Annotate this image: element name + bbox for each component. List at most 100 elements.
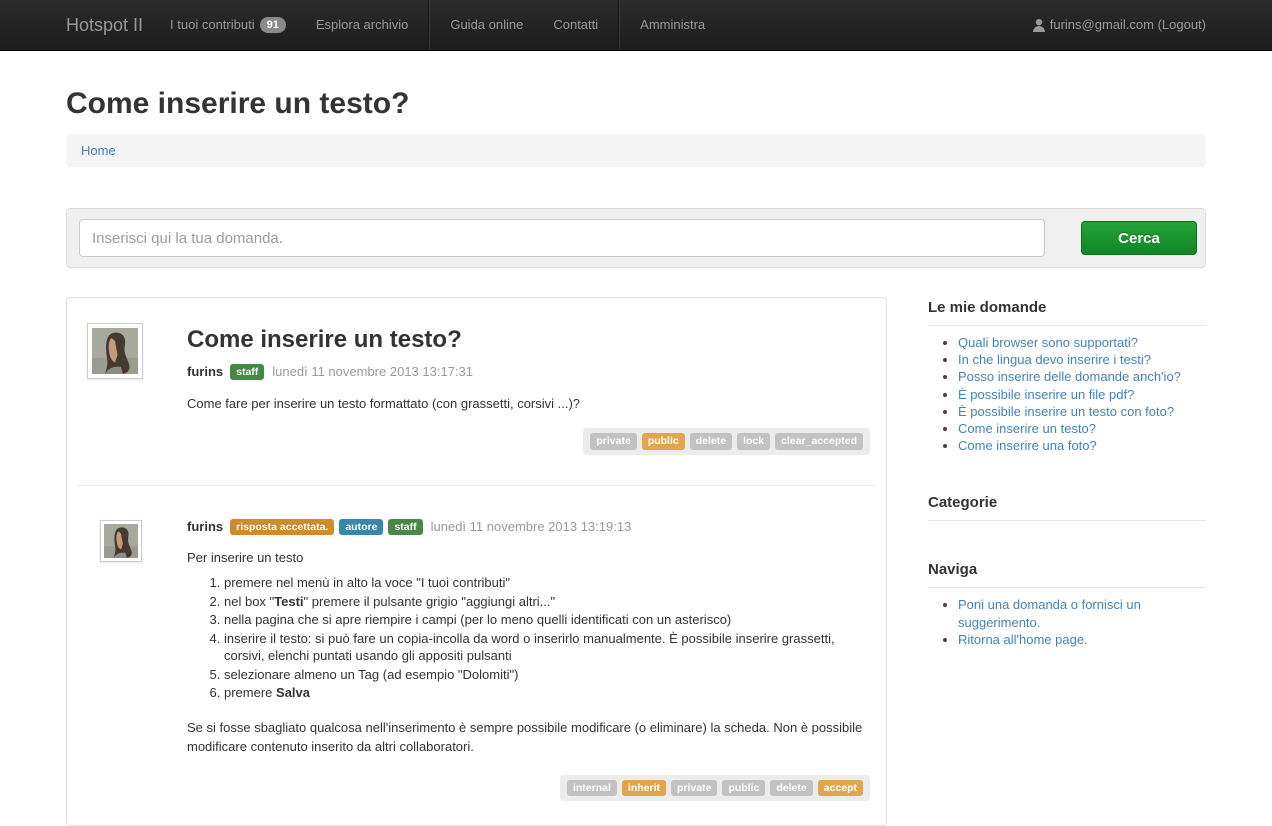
- answer-step: inserire il testo: si può fare un copia-…: [224, 630, 870, 665]
- navbar-divider: [428, 0, 431, 50]
- tag-lock[interactable]: lock: [737, 433, 771, 450]
- answer-author: furins: [187, 518, 224, 534]
- answer-date: lunedì 11 novembre 2013 13:19:13: [430, 518, 632, 534]
- answer-step: nel box "Testi" premere il pulsante grig…: [224, 593, 870, 611]
- navbar-item-i-tuoi-contributi[interactable]: I tuoi contributi 91: [155, 0, 301, 50]
- badge-staff: staff: [230, 363, 265, 381]
- navigate-title: Naviga: [928, 561, 978, 579]
- question-badges: staff: [230, 363, 269, 381]
- tag-public[interactable]: public: [641, 433, 685, 450]
- answer-step: premere Salva: [224, 684, 870, 702]
- sidebar-list-item: Poni una domanda o fornisci un suggerime…: [958, 596, 1206, 630]
- badge-risposta-accettata: risposta accettata.: [230, 518, 335, 536]
- answer-avatar: [100, 519, 142, 562]
- tag-clear-accepted[interactable]: clear_accepted: [775, 433, 863, 450]
- tag-public[interactable]: public: [722, 779, 766, 797]
- question-avatar-column: [67, 298, 187, 455]
- section-rule: [928, 587, 1206, 589]
- sidebar-section-categories: Categorie: [928, 494, 1206, 522]
- search-input[interactable]: [79, 219, 1045, 257]
- avatar-photo: [92, 328, 138, 374]
- tag-private[interactable]: private: [671, 779, 718, 797]
- answer-outro: Se si fosse sbagliato qualcosa nell'inse…: [187, 719, 863, 754]
- sidebar-list-item: Quali browser sono supportati?: [958, 334, 1206, 351]
- navbar-item-esplora-archivio[interactable]: Esplora archivio: [301, 0, 424, 50]
- sidebar-list-item: È possibile inserire un file pdf?: [958, 386, 1206, 403]
- question-post: Come inserire un testo? furins staff lun…: [67, 298, 886, 455]
- sidebar-link-posso-inserire-delle-domande-anch-io[interactable]: Posso inserire delle domande anch'io?: [958, 369, 1181, 384]
- sidebar-list-item: Come inserire una foto?: [958, 437, 1206, 454]
- sidebar-list-item: Ritorna all'home page.: [958, 631, 1206, 648]
- section-rule: [928, 520, 1206, 522]
- answer-step: premere nel menù in alto la voce "I tuoi…: [224, 574, 870, 592]
- sidebar-list-item: Come inserire un testo?: [958, 420, 1206, 437]
- navbar-inner: Hotspot II I tuoi contributi 91 Esplora ar…: [66, 0, 1206, 50]
- tag-delete[interactable]: delete: [689, 433, 733, 450]
- question-avatar: [87, 323, 143, 379]
- tag-delete[interactable]: delete: [770, 779, 813, 797]
- answer-intro: Per inserire un testo: [187, 550, 304, 566]
- sidebar-link-quali-browser-sono-supportati[interactable]: Quali browser sono supportati?: [958, 335, 1138, 350]
- sidebar-list-item: È possibile inserire un testo con foto?: [958, 403, 1206, 420]
- question-meta: furins staff lunedì 11 novembre 2013 13:…: [187, 363, 870, 381]
- navbar-divider: [618, 0, 621, 50]
- answer-steps: premere nel menù in alto la voce "I tuoi…: [187, 574, 870, 702]
- user-email-label: furins@gmail.com (Logout): [1049, 17, 1206, 32]
- navbar: Hotspot II I tuoi contributi 91 Esplora ar…: [0, 0, 1272, 51]
- navbar-item-guida-online[interactable]: Guida online: [435, 0, 538, 50]
- navbar-item-contatti[interactable]: Contatti: [538, 0, 613, 50]
- search-button[interactable]: Cerca: [1081, 221, 1197, 255]
- tag-private[interactable]: private: [590, 433, 637, 450]
- answer-avatar-column: [67, 490, 187, 802]
- avatar-photo: [104, 523, 138, 558]
- answer-post: furins risposta accettata. autore staff lu…: [67, 490, 886, 802]
- user-icon: [1032, 18, 1045, 32]
- breadcrumb-home-link[interactable]: Home: [81, 143, 116, 158]
- sidebar-list-item: Posso inserire delle domande anch'io?: [958, 368, 1206, 385]
- sidebar-list-item: In che lingua devo inserire i testi?: [958, 351, 1206, 368]
- section-rule: [928, 325, 1206, 326]
- question-tag-strip: private public delete lock clear_accepted: [583, 428, 870, 455]
- question-content: Come inserire un testo? furins staff lun…: [187, 298, 886, 455]
- page-container: Come inserire un testo? Home Cerca: [66, 87, 1206, 826]
- content-row: Come inserire un testo? furins staff lun…: [66, 297, 1206, 826]
- navbar-item-amministra[interactable]: Amministra: [625, 0, 720, 50]
- answer-step: selezionare almeno un Tag (ad esempio "D…: [224, 666, 870, 684]
- brand-link[interactable]: Hotspot II: [66, 0, 143, 50]
- tag-inherit[interactable]: inherit: [621, 779, 666, 797]
- answer-step: nella pagina che si apre riempire i camp…: [224, 611, 870, 629]
- badge-autore: autore: [339, 518, 384, 536]
- sidebar-link-in-che-lingua-devo-inserire-i-testi[interactable]: In che lingua devo inserire i testi?: [958, 352, 1151, 367]
- question-answer-divider: [77, 484, 876, 486]
- answer-tag-strip: internal inherit private public delete accept: [559, 774, 870, 802]
- my-questions-title: Le mie domande: [928, 299, 1047, 316]
- contributions-count-badge: 91: [259, 17, 286, 34]
- page-title: Come inserire un testo?: [66, 87, 410, 120]
- navigate-list: Poni una domanda o fornisci un suggerime…: [928, 596, 1206, 648]
- user-account-link[interactable]: furins@gmail.com (Logout): [1032, 0, 1206, 50]
- tag-internal[interactable]: internal: [566, 779, 617, 797]
- badge-staff: staff: [388, 518, 423, 536]
- answer-content: furins risposta accettata. autore staff lu…: [187, 490, 886, 802]
- sidebar: Le mie domande Quali browser sono suppor…: [928, 297, 1206, 688]
- search-panel: Cerca: [66, 208, 1206, 268]
- sidebar-link-ritorna-all-home-page[interactable]: Ritorna all'home page.: [958, 632, 1088, 647]
- answer-badges: risposta accettata. autore staff: [230, 518, 427, 536]
- my-questions-list: Quali browser sono supportati? In che lin…: [928, 334, 1206, 454]
- breadcrumb: Home: [66, 134, 1206, 167]
- question-body: Come fare per inserire un testo formatta…: [187, 396, 581, 412]
- sidebar-link-possibile-inserire-un-file-pdf[interactable]: È possibile inserire un file pdf?: [958, 387, 1134, 402]
- answer-meta: furins risposta accettata. autore staff lu…: [187, 518, 870, 536]
- sidebar-link-come-inserire-un-testo[interactable]: Come inserire un testo?: [958, 421, 1096, 436]
- question-card: Come inserire un testo? furins staff lun…: [66, 297, 887, 826]
- sidebar-link-possibile-inserire-un-testo-con-foto[interactable]: È possibile inserire un testo con foto?: [958, 404, 1174, 419]
- sidebar-link-come-inserire-una-foto[interactable]: Come inserire una foto?: [958, 438, 1097, 453]
- tag-accept[interactable]: accept: [817, 779, 863, 797]
- categories-title: Categorie: [928, 494, 998, 512]
- navbar-menu: I tuoi contributi 91 Esplora archivio Guida…: [155, 0, 720, 50]
- question-title: Come inserire un testo?: [187, 326, 462, 353]
- sidebar-link-poni-una-domanda-o-fornisci-un-suggerimento[interactable]: Poni una domanda o fornisci un suggerime…: [958, 597, 1141, 629]
- question-date: lunedì 11 novembre 2013 13:17:31: [272, 363, 473, 379]
- sidebar-section-navigate: Naviga Poni una domanda o fornisci un su…: [928, 561, 1206, 648]
- question-author: furins: [187, 363, 224, 379]
